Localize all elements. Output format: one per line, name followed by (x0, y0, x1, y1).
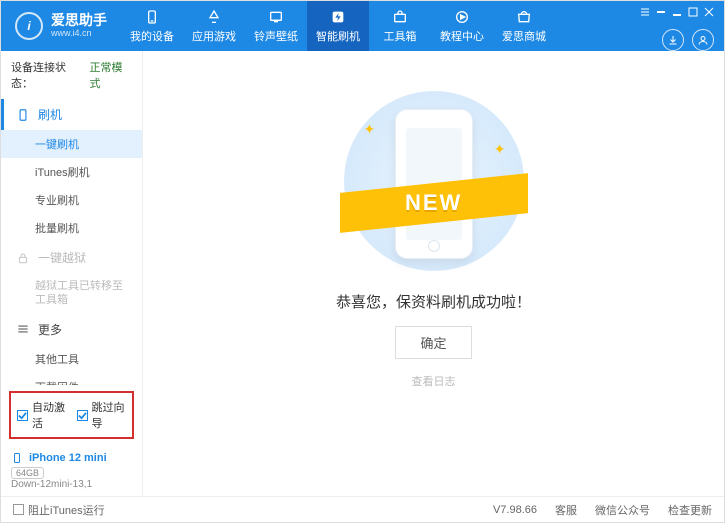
footer-update[interactable]: 检查更新 (668, 502, 712, 518)
footer-service[interactable]: 客服 (555, 502, 577, 518)
device-storage-badge: 64GB (11, 467, 44, 479)
minimize-icon[interactable] (672, 7, 682, 17)
view-log-link[interactable]: 查看日志 (412, 373, 456, 389)
nav-flash[interactable]: 智能刷机 (307, 1, 369, 51)
sidebar: 设备连接状态： 正常模式 刷机 一键刷机 iTunes刷机 专业刷机 批量刷机 … (1, 51, 143, 496)
options-highlight-box: 自动激活 跳过向导 (9, 391, 134, 439)
sidebar-item-itunes-flash[interactable]: iTunes刷机 (1, 158, 142, 186)
success-message: 恭喜您，保资料刷机成功啦！ (336, 291, 531, 312)
user-button[interactable] (692, 29, 714, 51)
connection-status: 设备连接状态： 正常模式 (1, 51, 142, 99)
download-button[interactable] (662, 29, 684, 51)
flash-icon (329, 9, 347, 25)
connected-device[interactable]: iPhone 12 mini 64GB Down-12mini-13,1 (1, 445, 142, 496)
menu-icon[interactable] (640, 7, 650, 17)
pin-icon[interactable] (656, 7, 666, 17)
sidebar-section-more[interactable]: 更多 (1, 314, 142, 345)
nav-tutorials[interactable]: 教程中心 (431, 1, 493, 51)
title-right (630, 1, 724, 51)
brand-zone: i 爱思助手 www.i4.cn (1, 1, 121, 51)
app-title: 爱思助手 (51, 13, 107, 28)
sidebar-item-batch-flash[interactable]: 批量刷机 (1, 214, 142, 242)
close-icon[interactable] (704, 7, 714, 17)
maximize-icon[interactable] (688, 7, 698, 17)
app-url: www.i4.cn (51, 29, 107, 39)
lock-icon (16, 251, 30, 265)
device-name: iPhone 12 mini (29, 452, 107, 464)
main-content: ✦ ✦ NEW 恭喜您，保资料刷机成功啦！ 确定 查看日志 (143, 51, 724, 496)
footer-bar: 阻止iTunes运行 V7.98.66 客服 微信公众号 检查更新 (1, 496, 724, 522)
list-icon (16, 322, 30, 336)
nav-device[interactable]: 我的设备 (121, 1, 183, 51)
sidebar-item-onekey-flash[interactable]: 一键刷机 (1, 130, 142, 158)
nav-ringtone[interactable]: 铃声壁纸 (245, 1, 307, 51)
sidebar-section-jailbreak: 一键越狱 (1, 242, 142, 273)
nav-toolbox[interactable]: 工具箱 (369, 1, 431, 51)
version-label: V7.98.66 (493, 504, 537, 516)
store-icon (515, 9, 533, 25)
sidebar-item-pro-flash[interactable]: 专业刷机 (1, 186, 142, 214)
title-bar: i 爱思助手 www.i4.cn 我的设备 应用游戏 铃声壁纸 智能刷机 工具箱 (1, 1, 724, 51)
logo-icon: i (15, 12, 43, 40)
device-icon (11, 451, 23, 465)
device-firmware: Down-12mini-13,1 (11, 479, 132, 490)
checkbox-block-itunes[interactable]: 阻止iTunes运行 (13, 502, 105, 518)
checkbox-auto-activate[interactable]: 自动激活 (17, 399, 67, 431)
nav-apps[interactable]: 应用游戏 (183, 1, 245, 51)
ok-button[interactable]: 确定 (395, 326, 471, 359)
success-illustration: ✦ ✦ NEW (344, 91, 524, 271)
apps-icon (205, 9, 223, 25)
tutorial-icon (453, 9, 471, 25)
phone-outline-icon (16, 108, 30, 122)
sidebar-jailbreak-note: 越狱工具已转移至工具箱 (1, 273, 142, 314)
sidebar-item-other-tools[interactable]: 其他工具 (1, 345, 142, 373)
sidebar-section-flash[interactable]: 刷机 (1, 99, 142, 130)
toolbox-icon (391, 9, 409, 25)
nav-store[interactable]: 爱思商城 (493, 1, 555, 51)
top-nav: 我的设备 应用游戏 铃声壁纸 智能刷机 工具箱 教程中心 爱思商城 (121, 1, 630, 51)
footer-wechat[interactable]: 微信公众号 (595, 502, 650, 518)
phone-icon (143, 9, 161, 25)
checkbox-skip-guide[interactable]: 跳过向导 (77, 399, 127, 431)
sidebar-item-download-fw[interactable]: 下载固件 (1, 373, 142, 385)
wallpaper-icon (267, 9, 285, 25)
